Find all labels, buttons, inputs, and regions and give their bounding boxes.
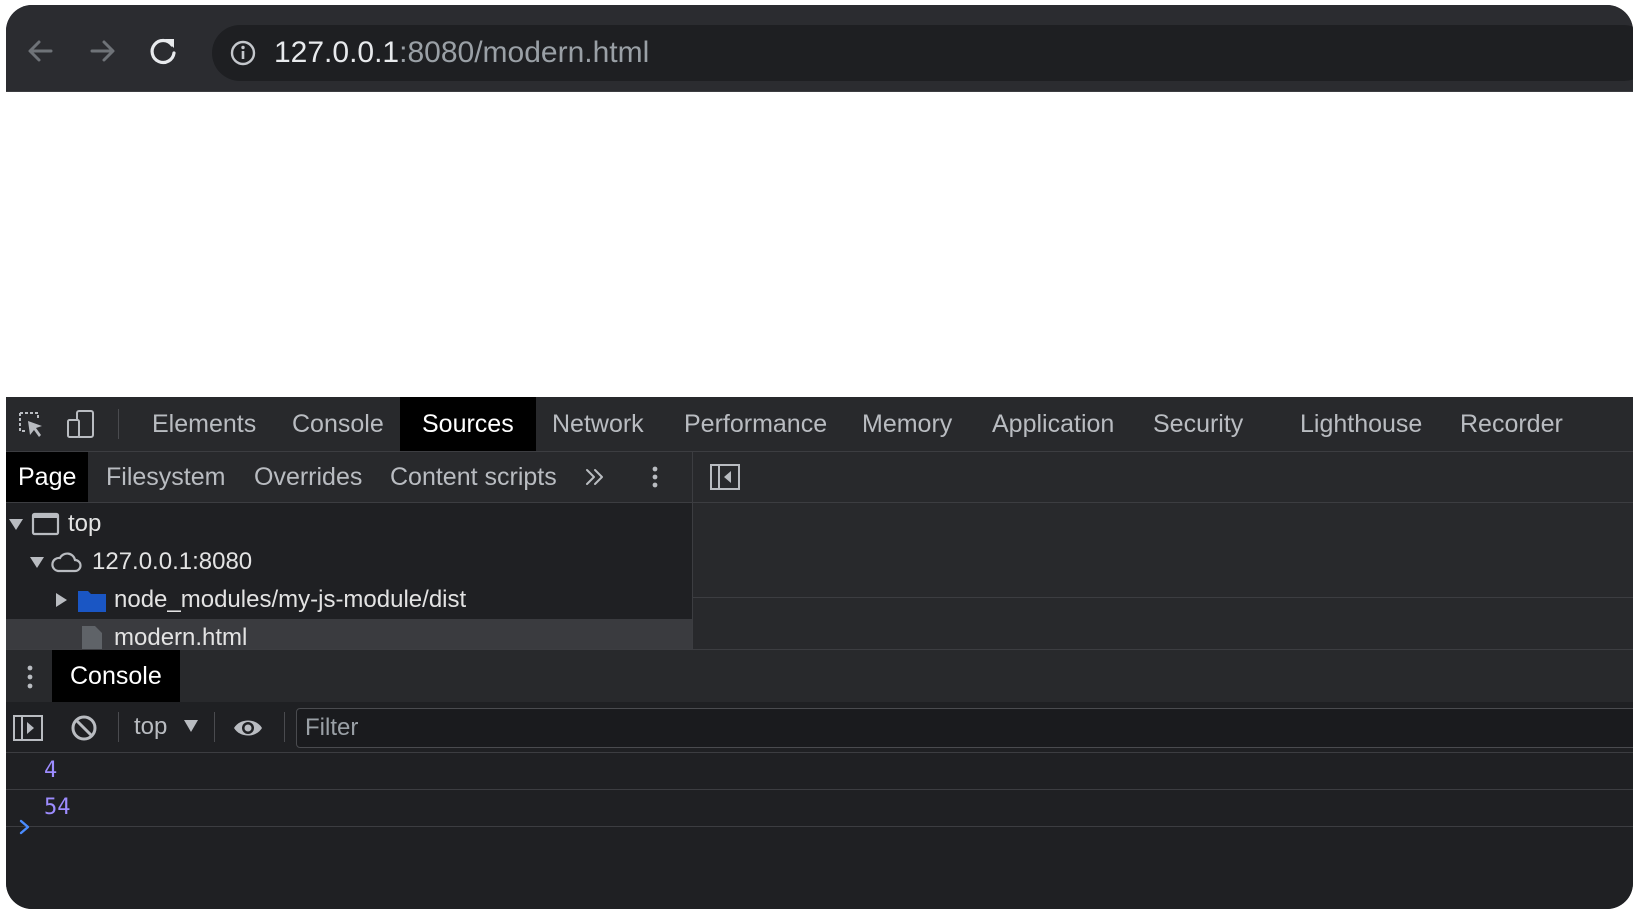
editor-toolbar <box>693 452 1633 503</box>
info-icon[interactable] <box>228 38 258 68</box>
address-bar[interactable]: 127.0.0.1:8080/modern.html <box>212 25 1633 81</box>
arrow-left-icon <box>28 40 53 62</box>
tree-label-file: modern.html <box>114 624 248 649</box>
triangle-down-icon[interactable] <box>30 555 44 569</box>
file-icon <box>82 626 102 649</box>
tab-network[interactable]: Network <box>530 397 666 451</box>
console-log-row: 54 <box>6 790 1633 827</box>
triangle-down-icon[interactable] <box>9 517 23 531</box>
forward-button[interactable] <box>82 31 122 71</box>
tab-memory[interactable]: Memory <box>840 397 974 451</box>
console-log-row: 4 <box>6 753 1633 790</box>
tab-console[interactable]: Console <box>270 397 406 451</box>
tree-label-folder: node_modules/my-js-module/dist <box>114 586 467 613</box>
tab-security[interactable]: Security <box>1131 397 1265 451</box>
drawer-menu-icon[interactable] <box>20 662 40 692</box>
reload-button[interactable] <box>143 31 183 71</box>
tab-application[interactable]: Application <box>970 397 1136 451</box>
tree-label-origin: 127.0.0.1:8080 <box>92 548 253 575</box>
devtools-tabbar: Elements Console Sources Network Perform… <box>6 397 1633 452</box>
triangle-right-icon[interactable] <box>54 593 68 607</box>
toolbar-divider <box>214 712 215 742</box>
clear-console-icon[interactable] <box>68 712 100 744</box>
tree-item-origin[interactable]: 127.0.0.1:8080 <box>6 543 692 581</box>
tab-page[interactable]: Page <box>6 452 89 502</box>
device-icon <box>67 410 94 438</box>
toolbar-divider <box>118 712 119 742</box>
tab-elements[interactable]: Elements <box>130 397 278 451</box>
tab-content-scripts[interactable]: Content scripts <box>378 452 569 502</box>
tab-lighthouse[interactable]: Lighthouse <box>1278 397 1444 451</box>
more-options-icon[interactable] <box>640 462 670 492</box>
folder-icon <box>78 591 106 612</box>
tree-label-top: top <box>68 510 102 537</box>
tree-item-file[interactable]: modern.html <box>6 619 692 649</box>
log-value: 4 <box>44 758 58 783</box>
sources-nav-tabbar: Page Filesystem Overrides Content script… <box>6 452 692 503</box>
console-toolbar: top <box>6 702 1633 753</box>
device-toolbar-button[interactable] <box>64 407 98 441</box>
caret-down-icon[interactable] <box>184 720 198 732</box>
toggle-navigator-icon[interactable] <box>709 462 741 492</box>
tab-recorder[interactable]: Recorder <box>1438 397 1585 451</box>
frame-icon <box>31 512 60 536</box>
drawer-tab-console[interactable]: Console <box>52 650 180 702</box>
eye-icon[interactable] <box>232 712 264 744</box>
sources-editor <box>693 452 1633 649</box>
toolbar-divider <box>284 712 285 742</box>
inspect-element-button[interactable] <box>14 407 48 441</box>
reload-icon <box>150 38 176 65</box>
devtools-panel: Elements Console Sources Network Perform… <box>6 397 1633 909</box>
inspect-cursor-icon <box>19 412 42 437</box>
arrow-right-icon <box>90 40 115 62</box>
tab-filesystem[interactable]: Filesystem <box>94 452 237 502</box>
context-selector[interactable]: top <box>134 710 167 744</box>
back-button[interactable] <box>21 31 61 71</box>
console-filter[interactable] <box>296 708 1633 748</box>
cloud-icon <box>51 552 82 573</box>
url-text[interactable]: 127.0.0.1:8080/modern.html <box>274 37 649 69</box>
tree-item-folder[interactable]: node_modules/my-js-module/dist <box>6 581 692 619</box>
browser-toolbar: 127.0.0.1:8080/modern.html <box>6 5 1633 92</box>
console-prompt-icon[interactable] <box>16 815 36 839</box>
editor-divider <box>693 597 1633 598</box>
browser-window: 127.0.0.1:8080/modern.html Elements Cons… <box>6 5 1633 909</box>
chevron-double-right-icon[interactable] <box>580 462 610 492</box>
tab-overrides[interactable]: Overrides <box>242 452 374 502</box>
tab-sources[interactable]: Sources <box>400 397 536 451</box>
drawer-tabbar: Console <box>6 649 1633 703</box>
filter-input[interactable] <box>297 709 1633 747</box>
tab-performance[interactable]: Performance <box>662 397 849 451</box>
log-value: 54 <box>44 795 71 820</box>
tree-item-top[interactable]: top <box>6 505 692 543</box>
sources-navigator: Page Filesystem Overrides Content script… <box>6 452 693 649</box>
toolbar-divider <box>118 409 119 439</box>
page-viewport <box>6 92 1633 397</box>
show-sidebar-icon[interactable] <box>12 712 44 744</box>
